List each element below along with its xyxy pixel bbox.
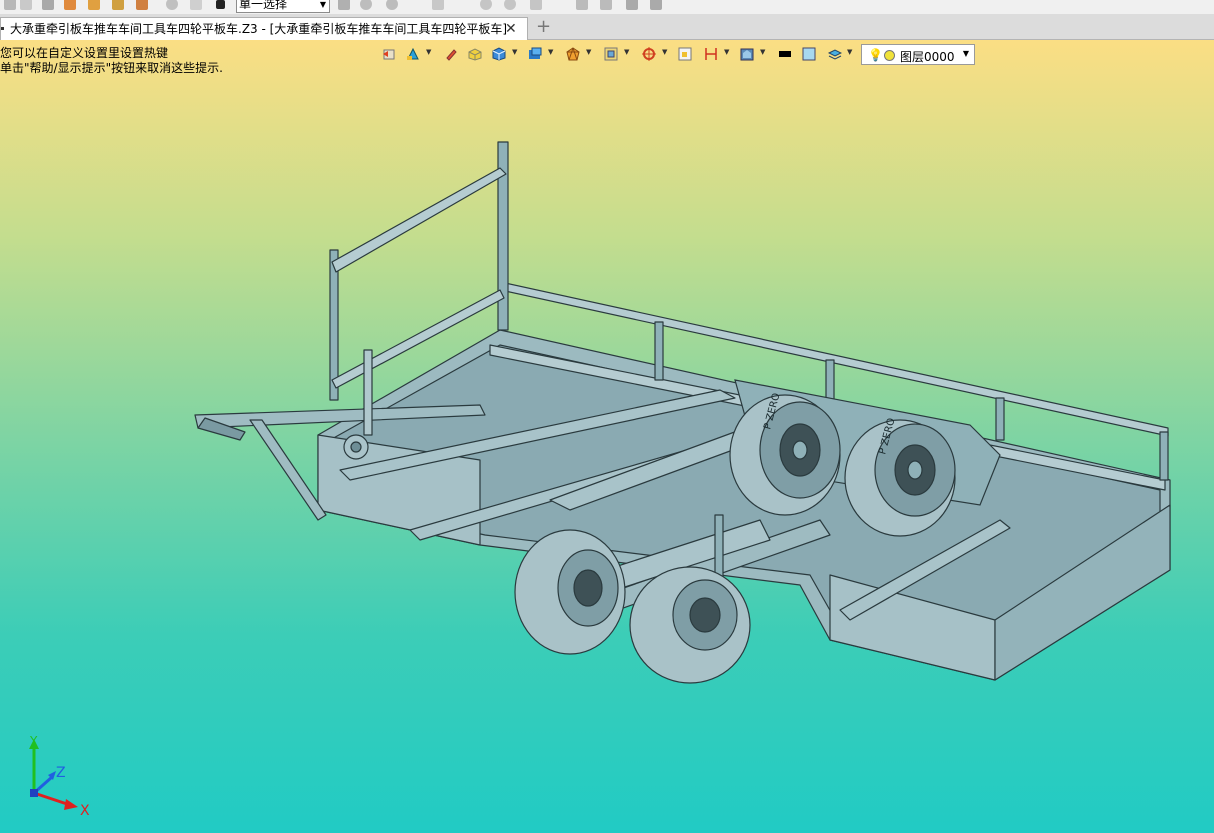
pick-icon[interactable]	[338, 0, 350, 10]
selection-mode-value: 單一选择	[239, 0, 288, 11]
pointer-icon[interactable]	[42, 0, 54, 10]
sketch-icon[interactable]	[530, 0, 542, 10]
render-icon[interactable]	[136, 0, 148, 10]
axis-y-label: Y	[29, 735, 38, 748]
timer-icon[interactable]	[166, 0, 178, 10]
import-icon[interactable]	[88, 0, 100, 10]
arc-icon[interactable]	[504, 0, 516, 10]
line-icon[interactable]	[432, 0, 444, 10]
axis-triad: Y X Z	[29, 735, 90, 819]
document-tab-bar: 大承重牵引板车推车车间工具车四轮平板车.Z3 - [大承重牵引板车推车车间工具车…	[0, 14, 1214, 40]
main-toolbar: 單一选择 ▼	[0, 0, 1214, 14]
axis-z-label: Z	[56, 765, 66, 781]
shape-icon[interactable]	[4, 0, 16, 10]
plus-icon[interactable]: +	[536, 17, 551, 37]
select-icon[interactable]	[20, 0, 32, 10]
settings-icon[interactable]	[650, 0, 662, 10]
point-icon[interactable]	[360, 0, 372, 10]
tool-icon[interactable]	[600, 0, 612, 10]
paint-icon[interactable]	[626, 0, 638, 10]
chevron-down-icon: ▼	[319, 0, 326, 9]
export-icon[interactable]	[112, 0, 124, 10]
curve-icon[interactable]	[480, 0, 492, 10]
tab-title: 大承重牵引板车推车车间工具车四轮平板车.Z3 - [大承重牵引板车推车车间工具车…	[10, 22, 507, 36]
layer-icon[interactable]	[576, 0, 588, 10]
filter-icon[interactable]	[190, 0, 202, 10]
list-icon[interactable]	[64, 0, 76, 10]
close-icon[interactable]: ✕	[505, 18, 517, 40]
tab-marker	[1, 27, 4, 30]
trailer-model[interactable]: P ZERO P ZERO	[0, 40, 1214, 833]
3d-viewport[interactable]: 您可以在自定义设置里设置热键 单击"帮助/显示提示"按钮来取消这些提示. ▼ ▼…	[0, 40, 1214, 833]
axis-x-label: X	[80, 803, 90, 819]
stop-icon[interactable]	[216, 0, 225, 9]
circle-icon[interactable]	[386, 0, 398, 10]
selection-mode-select[interactable]: 單一选择 ▼	[236, 0, 330, 13]
document-tab[interactable]: 大承重牵引板车推车车间工具车四轮平板车.Z3 - [大承重牵引板车推车车间工具车…	[0, 17, 528, 40]
